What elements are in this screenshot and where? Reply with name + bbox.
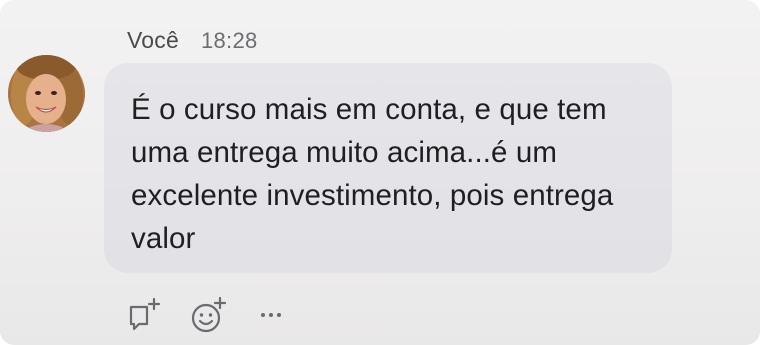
profile-photo-icon: [8, 55, 85, 132]
message-bubble[interactable]: É o curso mais em conta, e que tem uma e…: [104, 63, 672, 273]
more-options-button[interactable]: [252, 295, 292, 335]
add-reaction-icon: [191, 296, 227, 333]
sender-name: Você: [127, 27, 179, 53]
add-reply-icon: [129, 297, 161, 331]
message-header: Você 18:28: [127, 27, 258, 54]
avatar[interactable]: [8, 55, 85, 132]
message-text: É o curso mais em conta, e que tem uma e…: [131, 93, 614, 255]
more-options-icon: [261, 313, 281, 317]
message-actions: [124, 295, 316, 335]
add-reply-button[interactable]: [124, 295, 164, 335]
message-timestamp: 18:28: [200, 28, 258, 53]
add-reaction-button[interactable]: [188, 295, 228, 335]
message-card: Você 18:28 É o curso mais em conta, e qu…: [0, 0, 760, 345]
